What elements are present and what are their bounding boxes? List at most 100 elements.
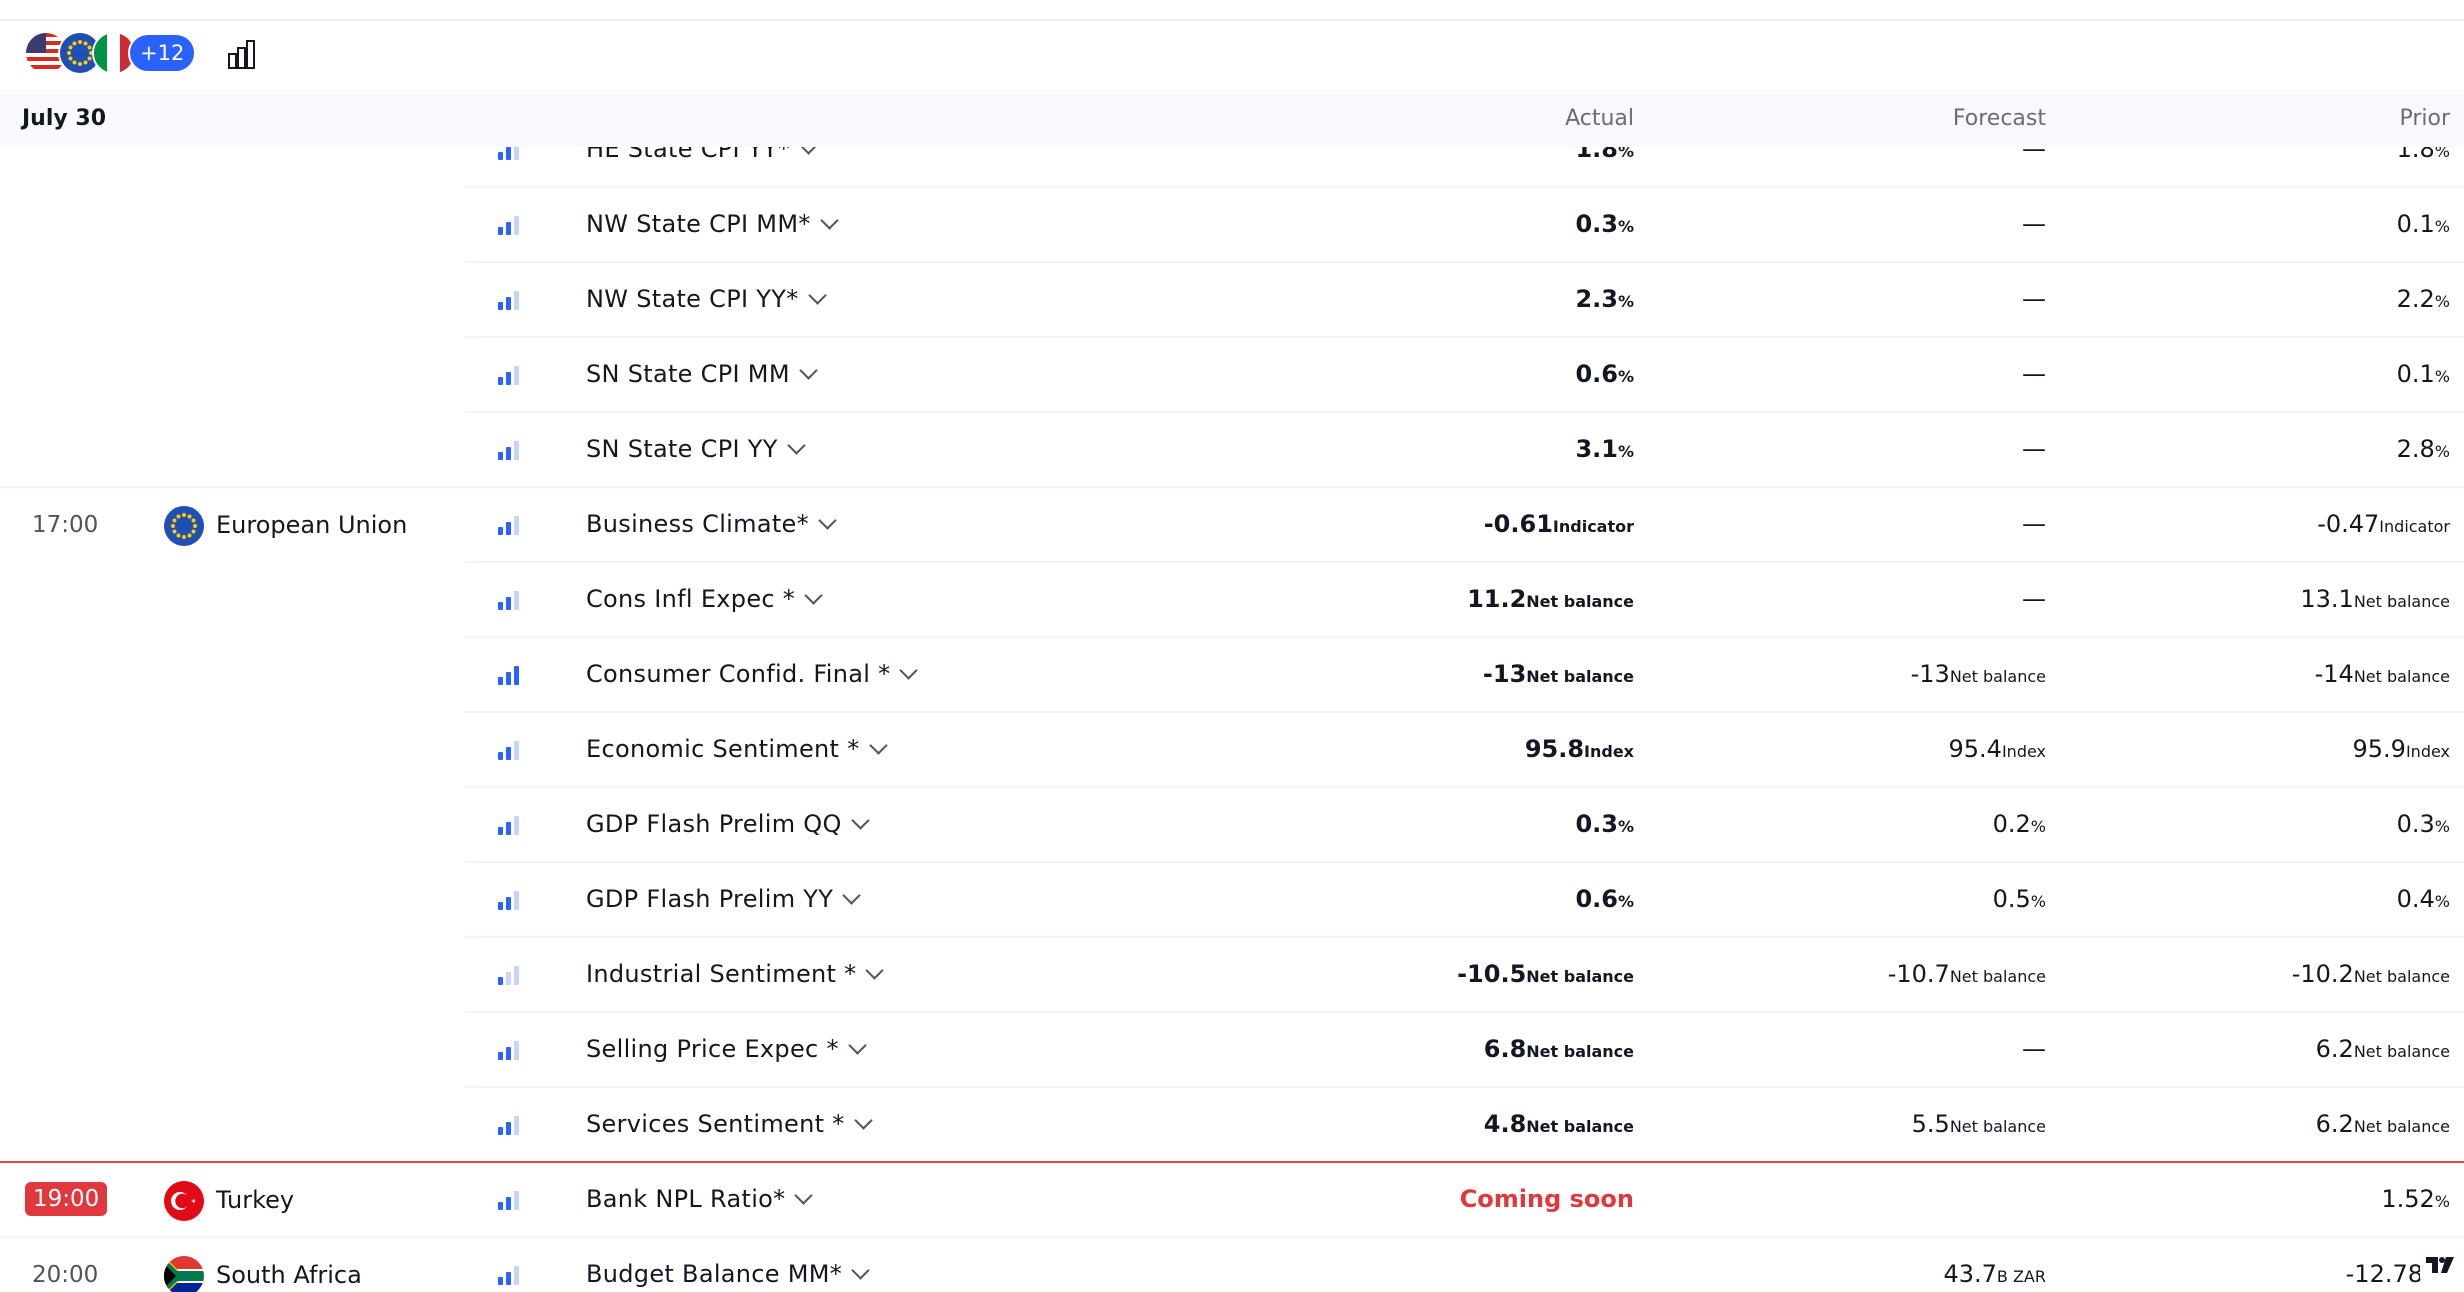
prior-column-header: Prior: [2399, 106, 2450, 131]
table-row[interactable]: GDP Flash Prelim QQ 0.3% 0.2% 0.3%: [0, 788, 2464, 863]
chevron-down-icon[interactable]: [799, 361, 818, 380]
table-row[interactable]: Cons Infl Expec * 11.2Net balance — 13.1Net…: [0, 563, 2464, 638]
chart-view-icon[interactable]: [225, 37, 259, 71]
event-name[interactable]: Budget Balance MM*: [586, 1260, 870, 1288]
event-time: 19:00: [25, 1182, 108, 1216]
forecast-value: —: [2022, 510, 2046, 538]
importance-icon: [498, 740, 520, 760]
chevron-down-icon[interactable]: [899, 661, 919, 680]
importance-icon: [498, 1115, 520, 1135]
event-name[interactable]: Consumer Confid. Final *: [586, 660, 919, 688]
country-filter[interactable]: +12: [24, 31, 224, 79]
south-africa-flag-icon: [164, 1256, 204, 1292]
event-name[interactable]: Cons Infl Expec *: [586, 585, 823, 613]
actual-value: 95.8Index: [1524, 735, 1634, 763]
event-name[interactable]: Bank NPL Ratio*: [586, 1185, 814, 1213]
importance-icon: [498, 1265, 520, 1285]
prior-value: 6.2Net balance: [2315, 1035, 2450, 1063]
chevron-down-icon[interactable]: [850, 811, 870, 830]
event-name[interactable]: SN State CPI MM: [586, 360, 818, 388]
table-row[interactable]: NW State CPI YY* 2.3% — 2.2%: [0, 263, 2464, 338]
importance-icon: [498, 1190, 520, 1210]
forecast-value: 0.5%: [1992, 885, 2046, 913]
importance-icon: [498, 590, 520, 610]
toolbar: +12: [0, 21, 2464, 89]
importance-icon: [498, 515, 520, 535]
table-row[interactable]: SN State CPI MM 0.6% — 0.1%: [0, 338, 2464, 413]
importance-icon: [498, 815, 520, 835]
table-row[interactable]: Consumer Confid. Final * -13Net balance -1…: [0, 638, 2464, 713]
forecast-value: 5.5Net balance: [1911, 1110, 2046, 1138]
table-row[interactable]: GDP Flash Prelim YY 0.6% 0.5% 0.4%: [0, 863, 2464, 938]
actual-value: 2.3%: [1575, 285, 1634, 313]
chevron-down-icon[interactable]: [868, 736, 888, 755]
importance-icon: [498, 440, 520, 460]
table-row[interactable]: HE State CPI YY* 1.8% — 1.8%: [0, 147, 2464, 188]
event-name[interactable]: GDP Flash Prelim YY: [586, 885, 861, 913]
more-countries-badge[interactable]: +12: [128, 33, 197, 73]
table-row[interactable]: SN State CPI YY 3.1% — 2.8%: [0, 413, 2464, 488]
actual-value: 11.2Net balance: [1467, 585, 1634, 613]
table-row[interactable]: 19:00 Turkey Bank NPL Ratio* Coming soon 1…: [0, 1163, 2464, 1238]
prior-value: -0.47Indicator: [2317, 510, 2450, 538]
forecast-value: 43.7B ZAR: [1943, 1260, 2046, 1288]
prior-value: 2.8%: [2396, 435, 2450, 463]
prior-value: 13.1Net balance: [2300, 585, 2450, 613]
chevron-down-icon[interactable]: [804, 586, 823, 605]
event-name[interactable]: Business Climate*: [586, 510, 837, 538]
prior-value: 0.4%: [2396, 885, 2450, 913]
event-name[interactable]: HE State CPI YY*: [586, 147, 818, 163]
table-row[interactable]: 20:00 South Africa Budget Balance MM* 43.…: [0, 1238, 2464, 1292]
actual-value: 4.8Net balance: [1483, 1110, 1634, 1138]
chevron-down-icon[interactable]: [787, 436, 806, 455]
prior-value: 0.1%: [2396, 360, 2450, 388]
table-header: July 30 Actual Forecast Prior: [0, 90, 2464, 147]
actual-value: 1.8%: [1575, 147, 1634, 163]
forecast-value: -13Net balance: [1910, 660, 2046, 688]
event-name[interactable]: Selling Price Expec *: [586, 1035, 867, 1063]
chevron-down-icon[interactable]: [794, 1186, 814, 1205]
forecast-value: —: [2022, 1035, 2046, 1063]
prior-value: 2.2%: [2396, 285, 2450, 313]
chevron-down-icon[interactable]: [819, 211, 839, 230]
event-name[interactable]: Economic Sentiment *: [586, 735, 888, 763]
chevron-down-icon[interactable]: [799, 147, 818, 155]
table-row[interactable]: NW State CPI MM* 0.3% — 0.1%: [0, 188, 2464, 263]
event-name[interactable]: Services Sentiment *: [586, 1110, 873, 1138]
actual-value: Coming soon: [1459, 1185, 1634, 1213]
event-name[interactable]: GDP Flash Prelim QQ: [586, 810, 870, 838]
forecast-value: —: [2022, 360, 2046, 388]
event-name[interactable]: NW State CPI MM*: [586, 210, 839, 238]
chevron-down-icon[interactable]: [807, 286, 827, 305]
chevron-down-icon[interactable]: [842, 886, 861, 905]
date-label: July 30: [22, 106, 107, 131]
event-time: 20:00: [32, 1262, 99, 1288]
table-row[interactable]: Selling Price Expec * 6.8Net balance — 6.2N…: [0, 1013, 2464, 1088]
event-name[interactable]: SN State CPI YY: [586, 435, 806, 463]
event-name[interactable]: NW State CPI YY*: [586, 285, 827, 313]
chevron-down-icon[interactable]: [853, 1111, 873, 1130]
forecast-value: —: [2022, 147, 2046, 163]
table-row[interactable]: 17:00 European Union Business Climate* -0…: [0, 488, 2464, 563]
turkey-flag-icon: [164, 1181, 204, 1221]
chevron-down-icon[interactable]: [848, 1036, 867, 1055]
chevron-down-icon[interactable]: [818, 511, 837, 530]
forecast-value: —: [2022, 210, 2046, 238]
forecast-value: -10.7Net balance: [1887, 960, 2046, 988]
event-name[interactable]: Industrial Sentiment *: [586, 960, 885, 988]
chevron-down-icon[interactable]: [865, 961, 885, 980]
table-row[interactable]: Services Sentiment * 4.8Net balance 5.5Net…: [0, 1088, 2464, 1163]
chevron-down-icon[interactable]: [851, 1261, 870, 1280]
table-row[interactable]: Economic Sentiment * 95.8Index 95.4Index 95…: [0, 713, 2464, 788]
actual-value: 6.8Net balance: [1483, 1035, 1634, 1063]
importance-icon: [498, 890, 520, 910]
country-name: Turkey: [216, 1186, 295, 1214]
forecast-value: —: [2022, 585, 2046, 613]
actual-value: 3.1%: [1575, 435, 1634, 463]
table-row[interactable]: Industrial Sentiment * -10.5Net balance -1…: [0, 938, 2464, 1013]
prior-value: 0.3%: [2396, 810, 2450, 838]
top-border: [0, 0, 2464, 21]
actual-value: 0.3%: [1575, 210, 1634, 238]
event-time: 17:00: [32, 512, 99, 538]
tradingview-logo-icon: [2420, 1245, 2460, 1285]
